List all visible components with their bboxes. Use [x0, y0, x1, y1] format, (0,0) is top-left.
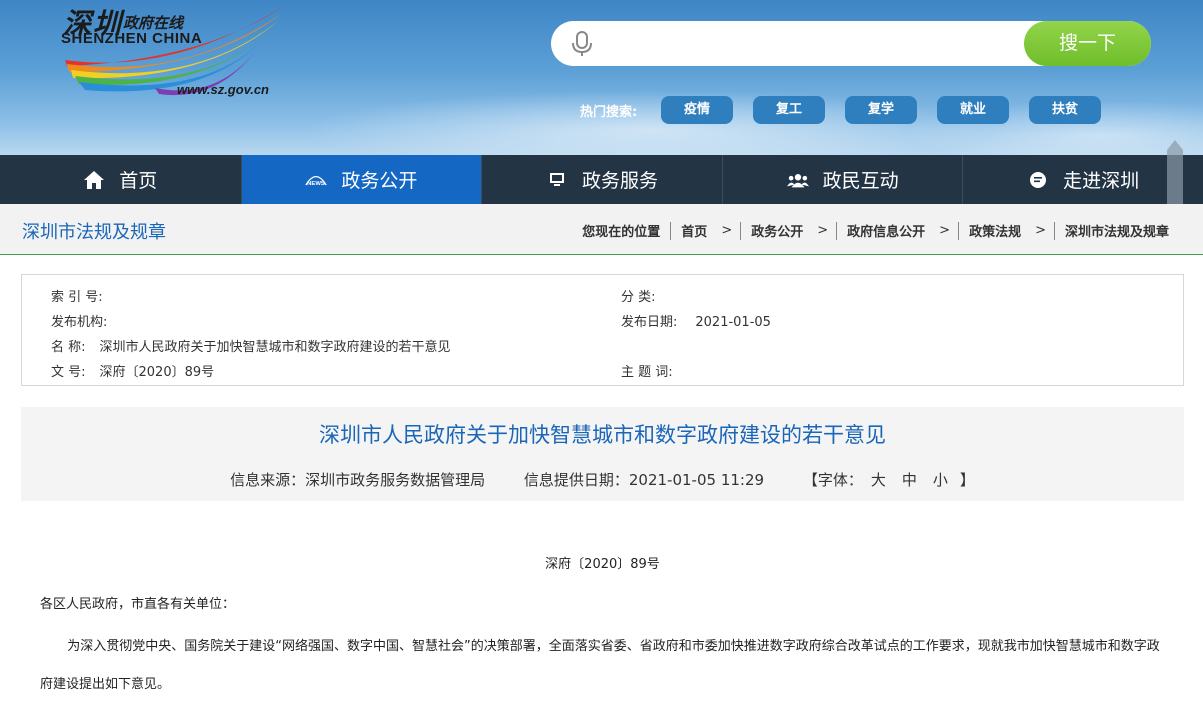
hot-search-label: 热门搜索: [580, 105, 638, 120]
meta-publisher-label: 发布机构: [51, 315, 108, 330]
microphone-icon[interactable] [571, 31, 593, 57]
article-source: 信息来源：深圳市政务服务数据管理局 [230, 471, 486, 489]
breadcrumb-bar: 深圳市法规及规章 您现在的位置 首页 > 政务公开 > 政府信息公开 > 政策法… [0, 204, 1203, 255]
font-size-label-close: 】 [959, 471, 975, 489]
nav-item-services[interactable]: 政务服务 [481, 155, 722, 204]
section-title: 深圳市法规及规章 [22, 222, 166, 243]
news-icon: NEWS [305, 169, 328, 191]
monitor-icon [546, 169, 568, 191]
breadcrumb-divider [740, 221, 742, 240]
article-greeting: 各区人民政府，市直各有关单位： [40, 597, 236, 612]
breadcrumb-separator: > [1035, 223, 1046, 238]
meta-name-value: 深圳市人民政府关于加快智慧城市和数字政府建设的若干意见 [99, 340, 451, 355]
hot-tag-poverty[interactable]: 扶贫 [1029, 96, 1101, 124]
nav-item-interaction[interactable]: 政民互动 [721, 155, 963, 204]
breadcrumb-item-policies[interactable]: 政策法规 [969, 221, 1021, 240]
breadcrumb-item-regulations[interactable]: 深圳市法规及规章 [1065, 221, 1169, 240]
logo-url: www.sz.gov.cn [177, 82, 269, 97]
meta-docno-value: 深府〔2020〕89号 [99, 365, 215, 380]
breadcrumb-divider [836, 221, 838, 240]
breadcrumb-divider [670, 221, 672, 240]
breadcrumb-separator: > [817, 223, 829, 238]
meta-index-label: 索 引 号: [51, 290, 103, 305]
document-meta: 索 引 号: 分 类: 发布机构: 发布日期: 2021-01-05 名 称: 深圳… [21, 274, 1184, 386]
meta-category-label: 分 类: [621, 290, 656, 305]
meta-keywords-label: 主 题 词: [621, 365, 673, 380]
font-size-small-link[interactable]: 小 [933, 471, 948, 489]
meta-date-label: 发布日期: [621, 315, 678, 330]
nav-item-government-affairs[interactable]: NEWS 政务公开 [240, 155, 482, 204]
nav-item-label: 首页 [119, 170, 158, 192]
nav-item-label: 政务公开 [341, 170, 418, 192]
nav-item-label: 政民互动 [822, 170, 899, 192]
article-provided-date: 信息提供日期：2021-01-05 11:29 [523, 471, 765, 489]
tower-decoration-icon [1167, 140, 1183, 210]
main-nav: 首页 NEWS 政务公开 政务服务 政民互动 走进深圳 [0, 155, 1203, 204]
article-title: 深圳市人民政府关于加快智慧城市和数字政府建设的若干意见 [319, 423, 886, 447]
meta-docno-label: 文 号: [51, 365, 86, 380]
font-size-medium-link[interactable]: 中 [902, 471, 917, 489]
meta-publisher: 发布机构: [51, 311, 113, 330]
users-icon [786, 169, 809, 191]
breadcrumb-item-home[interactable]: 首页 [681, 221, 707, 240]
meta-index: 索 引 号: [51, 286, 109, 305]
font-size-label: 【字体： [802, 471, 863, 489]
breadcrumb-divider [1053, 221, 1055, 240]
nav-item-label: 政务服务 [581, 170, 658, 192]
article-paragraph: 为深入贯彻党中央、国务院关于建设“网络强国、数字中国、智慧社会”的决策部署，全面… [40, 639, 1160, 692]
breadcrumb: 您现在的位置 首页 > 政务公开 > 政府信息公开 > 政策法规 > 深圳市法规… [582, 221, 1169, 240]
breadcrumb-item-government-affairs[interactable]: 政务公开 [751, 221, 803, 240]
breadcrumb-location-label: 您现在的位置 [582, 225, 661, 240]
meta-docno: 文 号: 深府〔2020〕89号 [51, 361, 215, 380]
article-doc-number: 深府〔2020〕89号 [545, 557, 660, 572]
meta-date: 发布日期: 2021-01-05 [621, 311, 771, 330]
meta-name-label: 名 称: [51, 340, 86, 355]
logo-english: SHENZHEN CHINA [61, 30, 203, 47]
search-button[interactable]: 搜一下 [1024, 21, 1151, 66]
font-size-large-link[interactable]: 大 [871, 471, 886, 489]
home-icon [83, 169, 105, 191]
site-logo[interactable]: 深圳 政府在线 SHENZHEN CHINA www.sz.gov.cn [55, 0, 295, 105]
hot-tag-employment[interactable]: 就业 [937, 96, 1009, 124]
site-header: 深圳 政府在线 SHENZHEN CHINA www.sz.gov.cn 搜一下… [0, 0, 1203, 155]
breadcrumb-separator: > [939, 223, 951, 238]
chat-icon [1027, 169, 1049, 191]
hot-tag-resume-work[interactable]: 复工 [753, 96, 825, 124]
search-input[interactable] [607, 29, 1047, 58]
article-header: 深圳市人民政府关于加快智慧城市和数字政府建设的若干意见 信息来源：深圳市政务服务… [21, 407, 1184, 501]
hot-tag-resume-school[interactable]: 复学 [845, 96, 917, 124]
meta-name: 名 称: 深圳市人民政府关于加快智慧城市和数字政府建设的若干意见 [51, 336, 451, 355]
search-bar: 搜一下 [551, 21, 1151, 66]
meta-keywords: 主 题 词: [621, 361, 679, 380]
article-info: 信息来源：深圳市政务服务数据管理局 信息提供日期：2021-01-05 11:2… [21, 469, 1184, 490]
breadcrumb-divider [958, 221, 960, 240]
breadcrumb-separator: > [721, 223, 733, 238]
svg-text:NEWS: NEWS [308, 181, 326, 187]
meta-category: 分 类: [621, 286, 662, 305]
hot-tag-epidemic[interactable]: 疫情 [661, 96, 733, 124]
nav-item-label: 走进深圳 [1063, 170, 1140, 192]
meta-date-value: 2021-01-05 [695, 315, 771, 330]
nav-item-home[interactable]: 首页 [0, 155, 241, 204]
breadcrumb-item-info-disclosure[interactable]: 政府信息公开 [847, 221, 925, 240]
